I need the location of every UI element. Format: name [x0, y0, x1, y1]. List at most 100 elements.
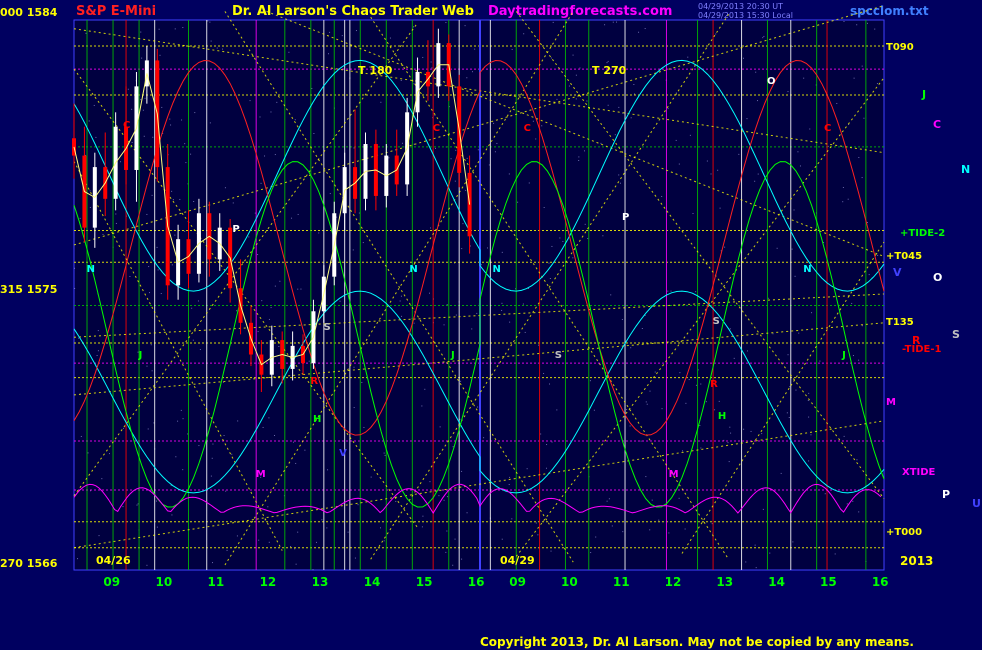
- star-dot: [232, 202, 234, 204]
- planet-legend-label: J: [922, 88, 927, 101]
- star-dot: [861, 177, 863, 179]
- star-dot: [612, 21, 614, 23]
- star-dot: [461, 248, 463, 250]
- star-dot: [780, 472, 782, 474]
- x-tick-label: 10: [561, 575, 578, 589]
- star-dot: [177, 420, 179, 422]
- star-dot: [501, 302, 503, 304]
- star-dot: [413, 26, 415, 28]
- star-dot: [216, 47, 218, 49]
- star-dot: [595, 536, 597, 538]
- star-dot: [151, 194, 153, 196]
- star-dot: [675, 92, 677, 94]
- star-dot: [297, 531, 299, 533]
- star-dot: [160, 293, 162, 295]
- star-dot: [786, 412, 788, 414]
- star-dot: [238, 361, 240, 363]
- star-dot: [856, 459, 858, 461]
- star-dot: [87, 452, 89, 454]
- star-dot: [608, 498, 610, 500]
- star-dot: [762, 508, 764, 510]
- star-dot: [856, 24, 858, 26]
- star-dot: [688, 379, 690, 381]
- x-tick-label: 16: [871, 575, 889, 589]
- star-dot: [231, 453, 233, 455]
- star-dot: [867, 22, 868, 24]
- star-dot: [413, 83, 415, 85]
- star-dot: [579, 67, 581, 69]
- star-dot: [733, 357, 735, 359]
- star-dot: [640, 440, 642, 442]
- star-dot: [268, 318, 270, 320]
- right-label: T135: [886, 317, 914, 328]
- star-dot: [446, 304, 448, 306]
- star-dot: [313, 132, 315, 134]
- star-dot: [354, 557, 356, 559]
- star-dot: [607, 60, 609, 62]
- star-dot: [538, 344, 540, 346]
- star-dot: [297, 288, 299, 290]
- star-dot: [471, 71, 473, 73]
- star-dot: [209, 21, 211, 23]
- star-dot: [509, 321, 511, 323]
- star-dot: [197, 300, 199, 302]
- x-tick-label: 14: [363, 575, 381, 589]
- star-dot: [93, 104, 95, 106]
- star-dot: [649, 529, 651, 531]
- star-dot: [654, 371, 656, 373]
- star-dot: [327, 469, 329, 471]
- star-dot: [550, 57, 552, 59]
- star-dot: [326, 527, 328, 529]
- star-dot: [248, 236, 250, 238]
- star-dot: [434, 147, 436, 149]
- star-dot: [678, 163, 680, 165]
- plot-marker-label: H: [717, 410, 727, 422]
- star-dot: [568, 85, 570, 87]
- star-dot: [279, 280, 281, 282]
- star-dot: [797, 151, 799, 153]
- star-dot: [611, 525, 613, 527]
- star-dot: [551, 245, 553, 247]
- star-dot: [294, 548, 296, 550]
- star-dot: [645, 476, 647, 478]
- copyright-footer: Copyright 2013, Dr. Al Larson. May not b…: [480, 635, 914, 649]
- star-dot: [421, 526, 423, 528]
- star-dot: [222, 48, 224, 50]
- star-dot: [874, 28, 876, 30]
- star-dot: [380, 527, 381, 529]
- plot-marker-label: S: [712, 315, 720, 327]
- star-dot: [853, 77, 855, 79]
- plot-marker-label: C: [432, 122, 441, 134]
- plot-marker-label: R: [310, 376, 319, 388]
- star-dot: [483, 437, 485, 439]
- star-dot: [249, 100, 251, 102]
- star-dot: [140, 31, 142, 33]
- star-dot: [260, 182, 262, 184]
- star-dot: [119, 161, 121, 163]
- star-dot: [258, 539, 260, 541]
- star-dot: [695, 291, 697, 293]
- star-dot: [400, 79, 402, 81]
- star-dot: [625, 375, 627, 377]
- star-dot: [127, 88, 129, 90]
- star-dot: [74, 267, 76, 269]
- star-dot: [476, 312, 478, 314]
- right-label: M: [886, 397, 896, 408]
- star-dot: [754, 544, 756, 546]
- star-dot: [79, 217, 81, 219]
- star-dot: [535, 522, 537, 524]
- star-dot: [329, 193, 331, 195]
- star-dot: [629, 425, 631, 427]
- star-dot: [146, 564, 148, 566]
- x-tick-label: 12: [259, 575, 277, 589]
- star-dot: [754, 180, 756, 182]
- star-dot: [384, 454, 386, 456]
- star-dot: [445, 551, 447, 553]
- star-dot: [225, 490, 227, 492]
- right-label: +T000: [886, 527, 923, 538]
- star-dot: [644, 28, 646, 30]
- planet-legend-label: V: [893, 266, 902, 279]
- star-dot: [136, 504, 138, 506]
- x-tick-label: 10: [155, 575, 173, 589]
- star-dot: [401, 142, 403, 144]
